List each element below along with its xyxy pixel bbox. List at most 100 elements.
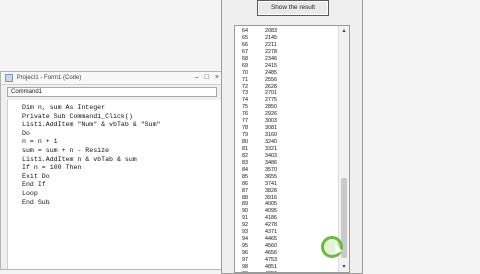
list-item-sum: 3828: [265, 187, 277, 194]
list-item-sum: 4005: [265, 201, 277, 208]
code-line[interactable]: List1.AddItem n & vbTab & sum: [8, 156, 221, 165]
list-item-num: 90: [242, 208, 248, 215]
list-item-num: 96: [242, 250, 248, 256]
list-item-num: 83: [242, 159, 248, 166]
object-dropdown[interactable]: Command1: [7, 87, 217, 97]
show-result-button[interactable]: Show the result: [257, 0, 329, 16]
list-item-sum: 3321: [265, 145, 277, 152]
list-item-num: 95: [242, 243, 248, 250]
code-line[interactable]: sum = sum + n - Resize: [8, 147, 221, 156]
list-item[interactable]: 81 3321: [235, 146, 339, 153]
list-item[interactable]: 92 4278: [235, 222, 339, 229]
list-item-sum: 2701: [265, 90, 277, 97]
list-item-num: 88: [242, 194, 248, 201]
list-item[interactable]: 72 2628: [235, 84, 339, 91]
list-item-sum: 4371: [265, 229, 277, 236]
list-item-num: 65: [242, 34, 248, 41]
list-item[interactable]: 90 4095: [235, 208, 339, 215]
list-item-num: 68: [242, 55, 248, 62]
list-item-num: 91: [242, 215, 248, 222]
list-item-sum: 2775: [265, 97, 277, 104]
list-item[interactable]: 64 2083: [235, 28, 339, 35]
list-item[interactable]: 93 4371: [235, 229, 339, 236]
list-item-sum: 4465: [265, 236, 277, 243]
list-item-sum: 4560: [265, 243, 277, 250]
list-item-sum: 2211: [265, 41, 277, 48]
list-item-sum: 3916: [265, 194, 277, 201]
mouse-cursor-highlight: [321, 236, 343, 258]
list-item-num: 78: [242, 125, 248, 132]
list-item-sum: 2628: [265, 83, 277, 90]
list-item-sum: 4186: [265, 215, 277, 222]
list-item[interactable]: 68 2346: [235, 56, 339, 63]
code-line[interactable]: If n = 100 Then: [8, 164, 221, 173]
code-line[interactable]: End Sub: [8, 199, 221, 208]
list-item-sum: 2415: [265, 62, 277, 69]
list-item-num: 77: [242, 118, 248, 125]
list-item-sum: 2926: [265, 111, 277, 118]
list-item-sum: 3570: [265, 166, 277, 173]
list-item-num: 86: [242, 180, 248, 187]
list-item[interactable]: 79 3160: [235, 132, 339, 139]
list-item[interactable]: 83 3486: [235, 160, 339, 167]
list-item-num: 69: [242, 62, 248, 69]
list-item[interactable]: 84 3570: [235, 167, 339, 174]
code-window-titlebar: Project1 - Form1 (Code) – □ ×: [1, 72, 221, 85]
list-item-sum: 3486: [265, 159, 277, 166]
code-line[interactable]: n = n + 1: [8, 138, 221, 147]
list-item-num: 82: [242, 152, 248, 159]
list-item[interactable]: 78 3081: [235, 125, 339, 132]
list-item[interactable]: 74 2775: [235, 97, 339, 104]
list-item-sum: 4656: [265, 250, 277, 256]
listbox-rows: 64 2083 65 2145 66 2211 67 2278 68 2346 69 2415 70 24…: [235, 28, 339, 272]
list-item[interactable]: 69 2415: [235, 63, 339, 70]
close-icon[interactable]: ×: [215, 74, 219, 81]
list-item[interactable]: 76 2926: [235, 111, 339, 118]
code-editor[interactable]: Dim n, sum As Integer Private Sub Comman…: [7, 100, 221, 269]
list-item-num: 85: [242, 173, 248, 180]
list-item[interactable]: 73 2701: [235, 90, 339, 97]
list-item-num: 66: [242, 41, 248, 48]
list-item-num: 80: [242, 139, 248, 145]
list-item-num: 89: [242, 201, 248, 208]
list-item-sum: 2485: [265, 69, 277, 76]
list-item[interactable]: 65 2145: [235, 35, 339, 42]
list-item[interactable]: 82 3403: [235, 153, 339, 160]
list-item[interactable]: 66 2211: [235, 42, 339, 49]
list-item[interactable]: 87 3828: [235, 188, 339, 195]
list-item[interactable]: 70 2485: [235, 70, 339, 77]
code-line[interactable]: Loop: [8, 190, 221, 199]
list-item-sum: 2346: [265, 55, 277, 62]
listbox-scrollbar[interactable]: ▴ ▾: [338, 26, 349, 272]
minimize-icon[interactable]: –: [195, 74, 199, 81]
list-item-num: 97: [242, 256, 248, 263]
list-item-sum: 2083: [265, 28, 277, 34]
list-item-sum: 2278: [265, 48, 277, 55]
list-item[interactable]: 75 2850: [235, 104, 339, 111]
code-line[interactable]: Exit Do: [8, 173, 221, 182]
list-item[interactable]: 85 3655: [235, 174, 339, 181]
list-item-sum: 4753: [265, 256, 277, 263]
code-line[interactable]: Dim n, sum As Integer: [8, 104, 221, 113]
list-item[interactable]: 80 3240: [235, 139, 339, 146]
maximize-icon[interactable]: □: [205, 74, 209, 81]
list-item-num: 87: [242, 187, 248, 194]
list-item[interactable]: 89 4005: [235, 201, 339, 208]
list-item[interactable]: 86 3741: [235, 181, 339, 188]
list-item-sum: 2556: [265, 76, 277, 83]
list-item[interactable]: 67 2278: [235, 49, 339, 56]
list-item[interactable]: 71 2556: [235, 77, 339, 84]
list-item-num: 71: [242, 76, 248, 83]
code-line[interactable]: List1.AddItem "Num" & vbTab & "Sum": [8, 121, 221, 130]
list-item[interactable]: 88 3916: [235, 195, 339, 202]
list-item-sum: 3003: [265, 118, 277, 125]
list-item[interactable]: 97 4753: [235, 257, 339, 264]
code-line[interactable]: End If: [8, 181, 221, 190]
list-item[interactable]: 91 4186: [235, 215, 339, 222]
list-item[interactable]: 994950: [235, 271, 339, 272]
list-item-sum: 2145: [265, 34, 277, 41]
list-item[interactable]: 77 3003: [235, 118, 339, 125]
code-line[interactable]: Private Sub Command1_Click(): [8, 113, 221, 122]
scroll-up-icon[interactable]: ▴: [339, 27, 349, 35]
code-line[interactable]: Do: [8, 130, 221, 139]
